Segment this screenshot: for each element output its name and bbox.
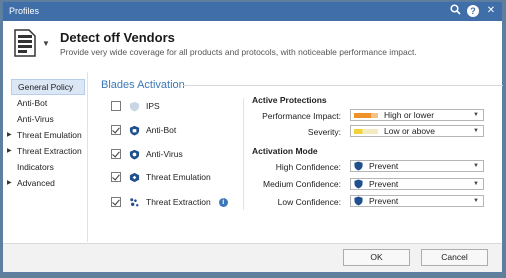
title-bar: Profiles ? ✕ bbox=[3, 2, 502, 21]
close-icon[interactable]: ✕ bbox=[484, 4, 498, 18]
blade-ips: IPS bbox=[111, 99, 160, 113]
profile-header: ▼ Detect off Vendors Provide very wide c… bbox=[3, 21, 502, 71]
ips-checkbox[interactable] bbox=[111, 101, 121, 111]
ok-button[interactable]: OK bbox=[343, 249, 410, 266]
severity-select[interactable]: Low or above ▼ bbox=[350, 125, 484, 137]
sidebar-item-label: Indicators bbox=[17, 162, 54, 172]
medium-confidence-select[interactable]: Prevent ▼ bbox=[350, 178, 484, 190]
impact-level-icon bbox=[354, 112, 378, 118]
low-confidence-label: Low Confidence: bbox=[277, 197, 341, 207]
prevent-shield-icon bbox=[354, 179, 363, 189]
performance-impact-select[interactable]: High or lower ▼ bbox=[350, 109, 484, 121]
dialog-footer: OK Cancel bbox=[3, 243, 502, 272]
panel-divider bbox=[243, 98, 244, 210]
sidebar-item-anti-bot[interactable]: Anti-Bot bbox=[11, 95, 85, 111]
sidebar-item-general-policy[interactable]: General Policy bbox=[11, 79, 85, 95]
sidebar-nav: General Policy Anti-Bot Anti-Virus ▶ Thre… bbox=[7, 79, 85, 191]
threat-extraction-checkbox[interactable] bbox=[111, 197, 121, 207]
select-value: Prevent bbox=[369, 161, 399, 171]
threat-emulation-checkbox[interactable] bbox=[111, 172, 121, 182]
chevron-down-icon: ▼ bbox=[473, 128, 479, 134]
sidebar-item-label: Anti-Bot bbox=[17, 98, 48, 108]
high-confidence-select[interactable]: Prevent ▼ bbox=[350, 160, 484, 172]
severity-level-icon bbox=[354, 128, 378, 134]
sidebar-divider bbox=[87, 72, 88, 242]
threat-emulation-icon bbox=[129, 172, 140, 182]
cancel-button[interactable]: Cancel bbox=[421, 249, 488, 266]
profile-name: Detect off Vendors bbox=[60, 30, 175, 45]
performance-impact-label: Performance Impact: bbox=[262, 111, 341, 121]
prevent-shield-icon bbox=[354, 161, 363, 171]
chevron-down-icon: ▼ bbox=[473, 181, 479, 187]
anti-bot-icon bbox=[129, 125, 140, 136]
help-icon[interactable]: ? bbox=[467, 5, 479, 17]
expand-arrow-icon[interactable]: ▶ bbox=[7, 143, 12, 159]
select-value: Prevent bbox=[369, 196, 399, 206]
medium-confidence-label: Medium Confidence: bbox=[263, 179, 341, 189]
active-protections-heading: Active Protections bbox=[252, 95, 327, 105]
blade-label: Threat Emulation bbox=[146, 172, 211, 182]
sidebar-item-threat-emulation[interactable]: ▶ Threat Emulation bbox=[7, 127, 85, 143]
section-divider bbox=[183, 85, 503, 86]
activation-mode-heading: Activation Mode bbox=[252, 146, 318, 156]
profile-description: Provide very wide coverage for all produ… bbox=[60, 47, 417, 57]
blade-label: IPS bbox=[146, 101, 160, 111]
sidebar-item-label: General Policy bbox=[18, 82, 74, 92]
blade-threat-extraction: Threat Extraction i bbox=[111, 195, 228, 209]
blade-label: Anti-Virus bbox=[146, 149, 183, 159]
chevron-down-icon: ▼ bbox=[473, 112, 479, 118]
threat-extraction-icon bbox=[130, 197, 139, 206]
sidebar-item-label: Advanced bbox=[17, 178, 55, 188]
blade-threat-emulation: Threat Emulation bbox=[111, 170, 211, 184]
select-value: High or lower bbox=[384, 110, 435, 120]
blades-activation-heading: Blades Activation bbox=[101, 79, 185, 91]
blade-anti-bot: Anti-Bot bbox=[111, 123, 176, 137]
expand-arrow-icon[interactable]: ▶ bbox=[7, 127, 12, 143]
anti-bot-checkbox[interactable] bbox=[111, 125, 121, 135]
severity-label: Severity: bbox=[307, 127, 341, 137]
sidebar-item-advanced[interactable]: ▶ Advanced bbox=[7, 175, 85, 191]
chevron-down-icon: ▼ bbox=[473, 198, 479, 204]
window-title: Profiles bbox=[9, 6, 40, 16]
select-value: Prevent bbox=[369, 179, 399, 189]
sidebar-item-label: Anti-Virus bbox=[17, 114, 54, 124]
blade-label: Threat Extraction bbox=[146, 197, 211, 207]
info-icon[interactable]: i bbox=[218, 197, 228, 207]
low-confidence-select[interactable]: Prevent ▼ bbox=[350, 195, 484, 207]
prevent-shield-icon bbox=[354, 196, 363, 206]
select-value: Low or above bbox=[384, 126, 436, 136]
profile-document-icon bbox=[14, 29, 36, 57]
profile-menu-chevron-icon[interactable]: ▼ bbox=[42, 39, 50, 48]
ips-shield-icon bbox=[129, 101, 140, 112]
sidebar-item-label: Threat Emulation bbox=[17, 130, 82, 140]
search-icon[interactable] bbox=[448, 4, 462, 18]
anti-virus-checkbox[interactable] bbox=[111, 149, 121, 159]
sidebar-item-threat-extraction[interactable]: ▶ Threat Extraction bbox=[7, 143, 85, 159]
anti-virus-icon bbox=[129, 149, 140, 160]
blade-anti-virus: Anti-Virus bbox=[111, 147, 183, 161]
sidebar-item-indicators[interactable]: Indicators bbox=[11, 159, 85, 175]
sidebar-item-label: Threat Extraction bbox=[17, 146, 82, 156]
profiles-dialog: Profiles ? ✕ ▼ Detect off Vendors Provid… bbox=[2, 1, 503, 273]
blade-label: Anti-Bot bbox=[146, 125, 177, 135]
sidebar-item-anti-virus[interactable]: Anti-Virus bbox=[11, 111, 85, 127]
chevron-down-icon: ▼ bbox=[473, 163, 479, 169]
expand-arrow-icon[interactable]: ▶ bbox=[7, 175, 12, 191]
high-confidence-label: High Confidence: bbox=[275, 162, 341, 172]
